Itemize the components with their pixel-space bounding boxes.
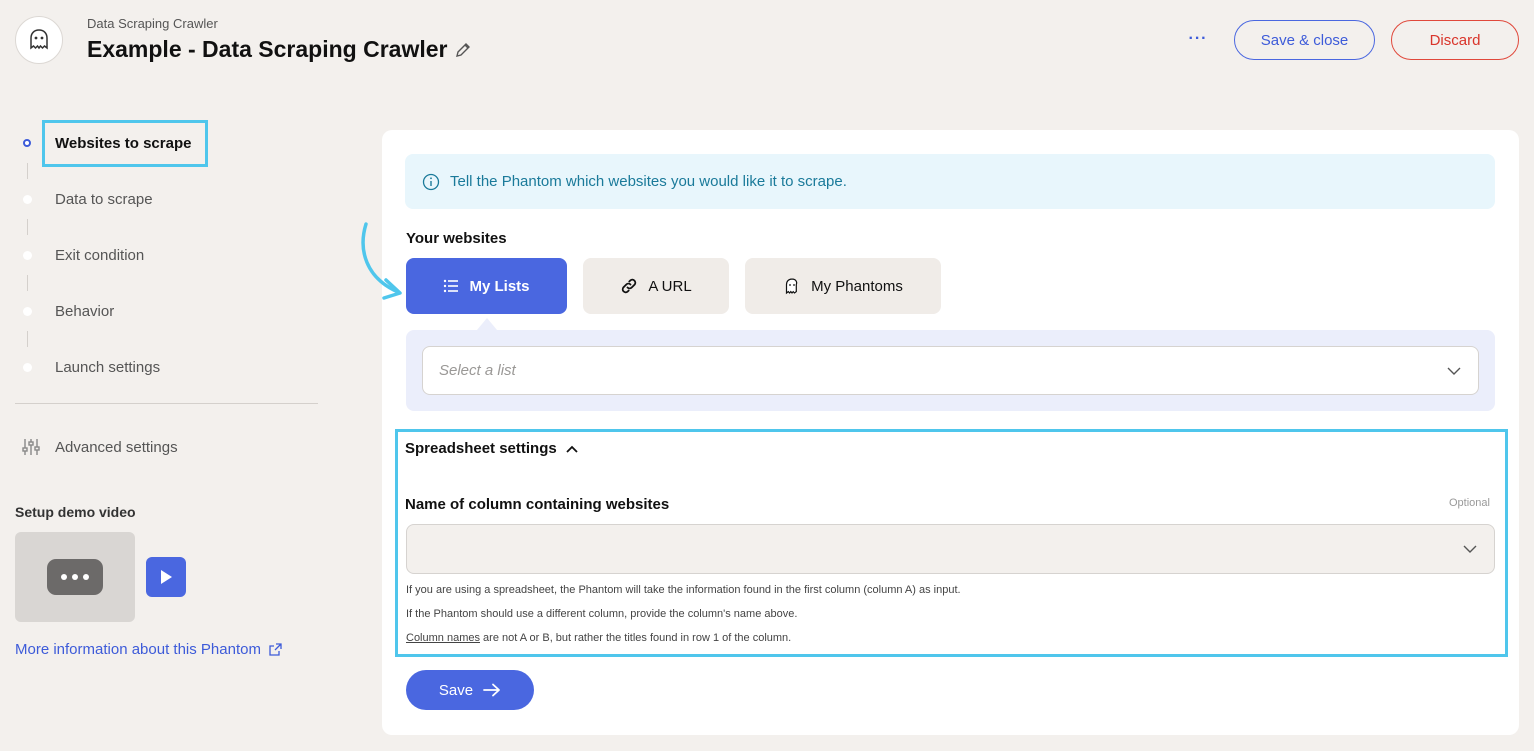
optional-label: Optional bbox=[1449, 497, 1490, 509]
sliders-icon[interactable] bbox=[22, 437, 40, 457]
step-active-dot bbox=[23, 139, 31, 147]
step-label: Exit condition bbox=[55, 246, 145, 264]
more-info-link[interactable]: More information about this Phantom bbox=[15, 641, 282, 658]
step-dot bbox=[23, 250, 32, 260]
column-names-link[interactable]: Column names bbox=[406, 632, 480, 644]
play-video-button[interactable] bbox=[146, 557, 186, 597]
step-dot bbox=[23, 306, 32, 316]
phantom-type-label: Data Scraping Crawler bbox=[87, 16, 218, 31]
select-list-dropdown[interactable]: Select a list bbox=[422, 346, 1479, 395]
discard-button[interactable]: Discard bbox=[1391, 20, 1519, 60]
step-label: Data to scrape bbox=[55, 190, 153, 208]
spreadsheet-settings-title: Spreadsheet settings bbox=[405, 440, 557, 457]
spreadsheet-settings-toggle[interactable]: Spreadsheet settings bbox=[405, 440, 579, 457]
video-placeholder-icon bbox=[47, 559, 103, 595]
info-banner: Tell the Phantom which websites you woul… bbox=[405, 154, 1495, 209]
column-name-dropdown[interactable] bbox=[406, 524, 1495, 574]
step-dot bbox=[23, 362, 32, 372]
step-label: Launch settings bbox=[55, 358, 161, 376]
tab-label: My Lists bbox=[469, 277, 530, 295]
select-list-placeholder: Select a list bbox=[439, 362, 516, 379]
step-dot bbox=[23, 194, 32, 204]
link-icon bbox=[622, 278, 637, 294]
save-button[interactable]: Save bbox=[406, 670, 534, 710]
step-connector bbox=[27, 331, 28, 347]
page-title: Example - Data Scraping Crawler bbox=[87, 36, 448, 62]
save-label: Save bbox=[438, 681, 474, 699]
sidebar-divider bbox=[15, 403, 318, 404]
more-info-label: More information about this Phantom bbox=[15, 641, 261, 658]
pencil-icon[interactable] bbox=[453, 40, 473, 60]
demo-video-title: Setup demo video bbox=[15, 504, 136, 520]
help-text-1: If you are using a spreadsheet, the Phan… bbox=[406, 584, 961, 596]
tab-a-url[interactable]: A URL bbox=[583, 258, 729, 314]
chevron-up-icon bbox=[566, 445, 578, 453]
step-connector bbox=[27, 219, 28, 235]
help-text-2: If the Phantom should use a different co… bbox=[406, 608, 798, 620]
column-name-label: Name of column containing websites bbox=[405, 496, 670, 513]
info-text: Tell the Phantom which websites you woul… bbox=[450, 173, 847, 190]
arrow-right-icon bbox=[483, 683, 500, 697]
your-websites-label: Your websites bbox=[406, 230, 507, 247]
play-icon bbox=[161, 570, 172, 584]
external-link-icon bbox=[269, 643, 282, 656]
tab-my-phantoms[interactable]: My Phantoms bbox=[745, 258, 941, 314]
video-thumbnail[interactable] bbox=[15, 532, 135, 622]
help-text-3-rest: are not A or B, but rather the titles fo… bbox=[479, 632, 792, 644]
list-icon bbox=[444, 279, 459, 293]
chevron-down-icon bbox=[1447, 367, 1461, 375]
info-icon bbox=[422, 173, 440, 190]
step-connector bbox=[27, 275, 28, 291]
phantom-logo-icon bbox=[15, 16, 63, 64]
more-options-button[interactable]: ··· bbox=[1184, 28, 1212, 50]
phantom-icon bbox=[786, 278, 798, 295]
tab-my-lists[interactable]: My Lists bbox=[406, 258, 567, 314]
tab-pointer bbox=[477, 318, 497, 330]
annotation-arrow-icon bbox=[361, 222, 402, 300]
tab-label: My Phantoms bbox=[811, 277, 903, 295]
step-connector bbox=[27, 163, 28, 179]
tab-label: A URL bbox=[648, 277, 692, 295]
advanced-settings-link[interactable]: Advanced settings bbox=[55, 439, 178, 456]
help-text-3: Column names are not A or B, but rather … bbox=[406, 632, 791, 644]
step-label: Websites to scrape bbox=[55, 134, 192, 152]
chevron-down-icon bbox=[1463, 545, 1477, 553]
save-close-button[interactable]: Save & close bbox=[1234, 20, 1375, 60]
step-label: Behavior bbox=[55, 302, 115, 320]
